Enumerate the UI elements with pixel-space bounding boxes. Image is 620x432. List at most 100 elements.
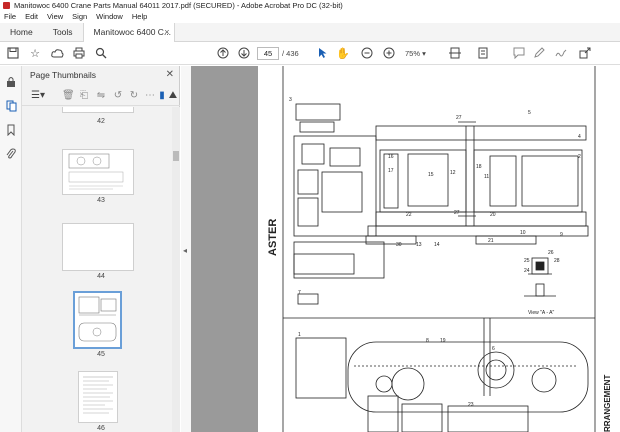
- scrollbar-thumb[interactable]: [173, 151, 179, 161]
- attachments-paperclip-icon[interactable]: [5, 148, 17, 160]
- panel-toolbar: ☰▾ 🗑 ⎗ ⇋ ↺ ↻ ⋯ ▮ ⛰: [22, 86, 180, 106]
- more-tools-icon[interactable]: ⋯: [144, 90, 156, 102]
- callout-22: 22: [406, 212, 412, 218]
- thumbnail-size-large-icon[interactable]: ⛰: [167, 90, 179, 102]
- title-bar: Manitowoc 6400 Crane Parts Manual 64011 …: [0, 0, 620, 11]
- panel-collapse-handle[interactable]: ◂: [181, 66, 191, 432]
- callout-11: 11: [484, 174, 489, 180]
- page-thumbnails-icon[interactable]: [5, 100, 17, 112]
- panel-title-text: Page Thumbnails: [30, 70, 96, 80]
- rotate-ccw-icon[interactable]: ↺: [112, 90, 124, 102]
- callout-21: 21: [488, 238, 494, 244]
- hand-tool-icon[interactable]: ✋: [336, 46, 350, 60]
- zoom-in-icon[interactable]: [382, 46, 396, 60]
- callout-23: 23: [468, 402, 474, 408]
- insert-page-icon[interactable]: ⎗: [78, 90, 90, 102]
- upload-cloud-icon[interactable]: [50, 46, 64, 60]
- page-total: / 436: [282, 49, 299, 58]
- acrobat-app-icon: [3, 2, 10, 9]
- window-title: Manitowoc 6400 Crane Parts Manual 64011 …: [14, 1, 343, 10]
- thumbnail-page-46[interactable]: [78, 371, 118, 423]
- zoom-out-icon[interactable]: [360, 46, 374, 60]
- callout-24: 27: [456, 115, 462, 121]
- select-cursor-icon[interactable]: [316, 46, 330, 60]
- callout-15: 15: [428, 172, 434, 178]
- menu-window[interactable]: Window: [96, 11, 123, 23]
- menu-view[interactable]: View: [47, 11, 63, 23]
- rotated-title-right: RRANGEMENT: [603, 375, 612, 432]
- bookmarks-icon[interactable]: [5, 124, 17, 137]
- close-panel-icon[interactable]: ✕: [166, 66, 174, 84]
- callout-6: 6: [492, 346, 495, 352]
- callout-26: 25: [524, 258, 530, 264]
- thumbnail-label-44: 44: [97, 273, 105, 280]
- bookmark-star-icon[interactable]: ☆: [28, 46, 42, 60]
- menu-bar: File Edit View Sign Window Help: [0, 11, 620, 23]
- thumbnail-page-43[interactable]: [62, 149, 134, 195]
- thumbnail-page-44[interactable]: [62, 223, 134, 271]
- thumbnail-label-43: 43: [97, 197, 105, 204]
- callout-30: 30: [396, 242, 402, 248]
- print-icon[interactable]: [72, 46, 86, 60]
- panel-title: Page Thumbnails ✕: [22, 66, 180, 84]
- callout-12: 12: [450, 170, 456, 176]
- thumbnail-label-45: 45: [97, 351, 105, 358]
- callout-7: 7: [298, 290, 301, 296]
- callout-9: 9: [560, 232, 563, 238]
- save-icon[interactable]: [6, 46, 20, 60]
- thumbnail-page-42[interactable]: [62, 107, 134, 113]
- fit-page-icon[interactable]: [448, 46, 462, 60]
- share-icon[interactable]: [578, 46, 592, 60]
- comment-icon[interactable]: [512, 46, 526, 60]
- menu-help[interactable]: Help: [132, 11, 147, 23]
- thumbnail-scrollbar[interactable]: [172, 107, 180, 432]
- callout-3: 3: [289, 97, 292, 103]
- extract-icon[interactable]: ⇋: [95, 90, 107, 102]
- find-icon[interactable]: [94, 46, 108, 60]
- document-page: 3 27 5 4 2 16 17 12 15 18 11 22 27 20 9 …: [258, 66, 620, 432]
- close-tab-icon[interactable]: ×: [164, 23, 169, 42]
- tab-document-label: Manitowoc 6400 C...: [93, 27, 172, 37]
- thumbnail-options-icon[interactable]: ☰▾: [30, 90, 46, 102]
- thumbnail-list: 42 43 44 45 46: [22, 107, 172, 432]
- callout-14: 14: [434, 242, 440, 248]
- callout-19: 19: [440, 338, 446, 344]
- callout-8: 8: [426, 338, 429, 344]
- highlight-pen-icon[interactable]: [532, 46, 546, 60]
- menu-edit[interactable]: Edit: [25, 11, 38, 23]
- thumbnail-page-45-selected[interactable]: [73, 291, 122, 349]
- callout-28: 28: [554, 258, 560, 264]
- callout-17: 17: [388, 168, 394, 174]
- page-thumbnails-panel: Page Thumbnails ✕ ☰▾ 🗑 ⎗ ⇋ ↺ ↻ ⋯ ▮ ⛰ 42 …: [22, 66, 180, 432]
- rotate-cw-icon[interactable]: ↻: [128, 90, 140, 102]
- lock-icon[interactable]: [5, 76, 17, 88]
- zoom-level-value: 75%: [405, 49, 421, 58]
- document-viewer[interactable]: 3 27 5 4 2 16 17 12 15 18 11 22 27 20 9 …: [191, 66, 620, 432]
- page-number-input[interactable]: 45: [257, 47, 279, 60]
- previous-page-icon[interactable]: [216, 46, 230, 60]
- thumbnail-label-46: 46: [97, 425, 105, 432]
- menu-file[interactable]: File: [4, 11, 16, 23]
- tab-bar: Home Tools Manitowoc 6400 C... ×: [0, 23, 620, 42]
- callout-16: 16: [388, 154, 394, 160]
- tab-tools[interactable]: Tools: [43, 23, 83, 42]
- rotated-title-left: ASTER: [267, 219, 279, 256]
- tab-document[interactable]: Manitowoc 6400 C... ×: [82, 23, 175, 42]
- callout-18: 18: [476, 164, 482, 170]
- delete-page-icon[interactable]: 🗑: [62, 90, 75, 102]
- callout-24b: 27: [454, 210, 460, 216]
- collapse-arrow-icon[interactable]: ◂: [183, 246, 187, 255]
- callout-1: 1: [298, 332, 301, 338]
- next-page-icon[interactable]: [237, 46, 251, 60]
- left-navigation-rail: [0, 66, 22, 432]
- callout-5: 5: [528, 110, 531, 116]
- scroll-mode-icon[interactable]: [476, 46, 490, 60]
- callout-10: 10: [520, 230, 526, 236]
- tab-home[interactable]: Home: [0, 23, 43, 42]
- sign-icon[interactable]: [554, 46, 568, 60]
- zoom-level-dropdown[interactable]: 75% ▾: [405, 47, 426, 60]
- callout-13: 13: [416, 242, 422, 248]
- menu-sign[interactable]: Sign: [72, 11, 87, 23]
- thumbnail-label-42: 42: [97, 118, 105, 125]
- view-label: View "A - A": [528, 310, 554, 316]
